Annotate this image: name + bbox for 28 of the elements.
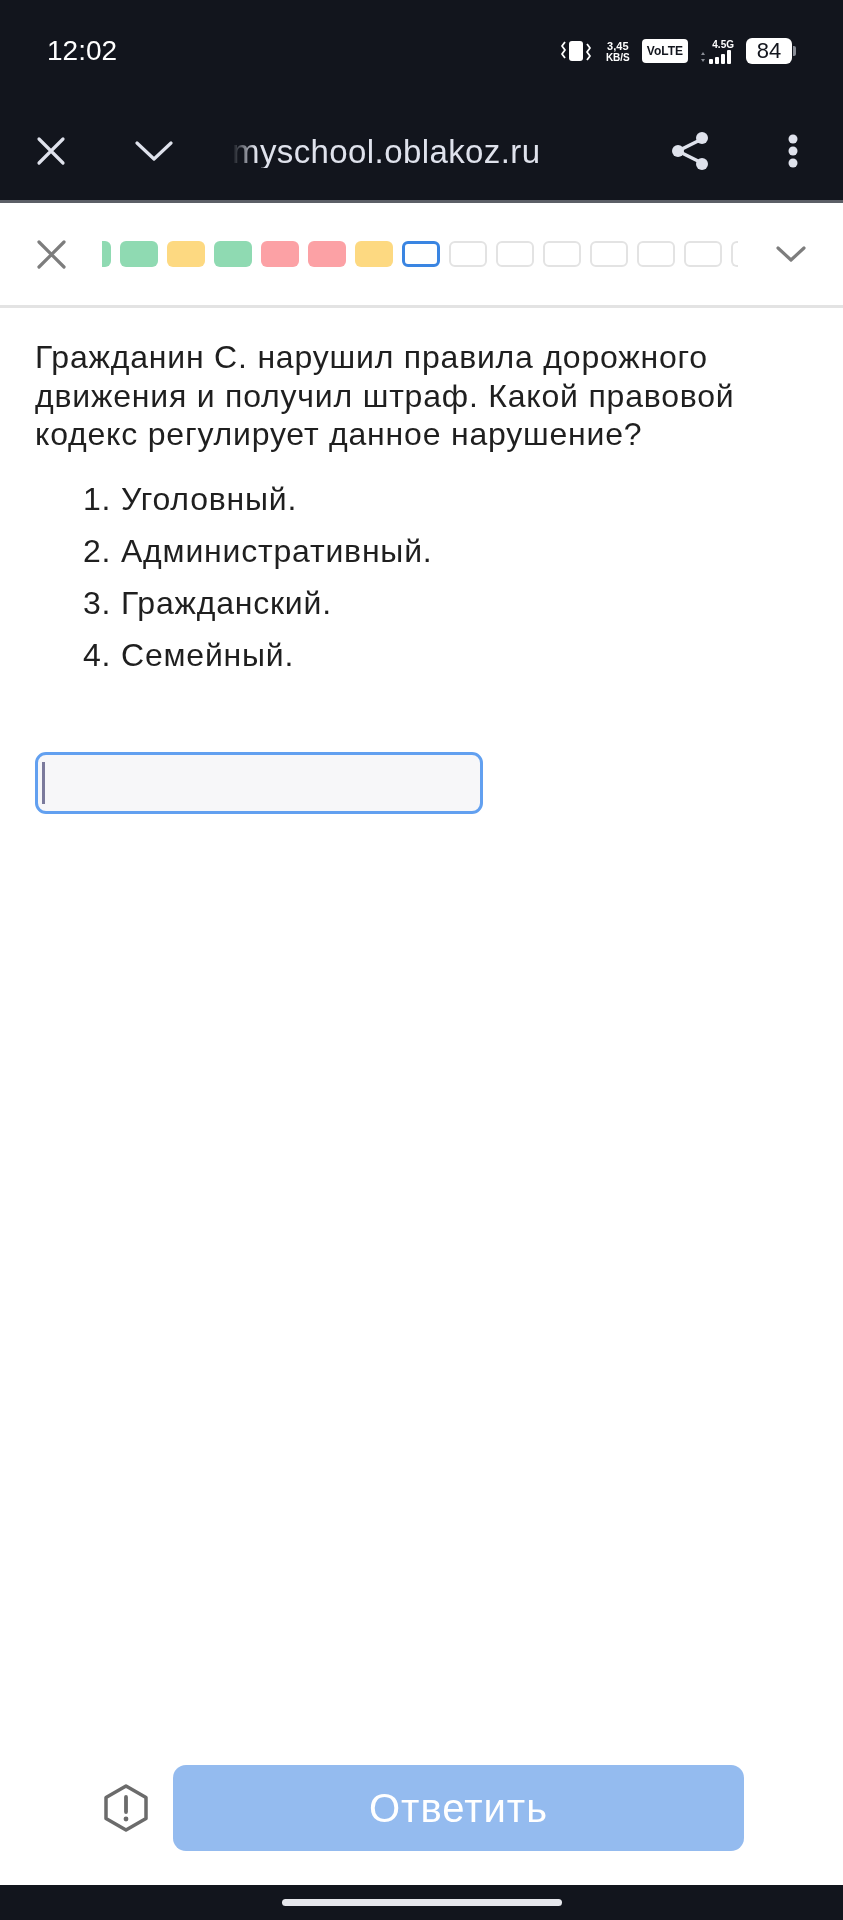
- question-tile[interactable]: [261, 241, 299, 267]
- battery-indicator: 84: [746, 38, 796, 64]
- answer-option: 3. Гражданский.: [83, 576, 332, 629]
- question-tile[interactable]: [102, 241, 111, 267]
- question-tile[interactable]: [355, 241, 393, 267]
- signal-icon: [700, 49, 734, 64]
- question-text: Гражданин С. нарушил правила дорожного движения и получил штраф. Какой правовой кодекс регулирует данное нарушение?: [35, 338, 736, 454]
- question-tile[interactable]: [402, 241, 440, 267]
- speed-unit: KB/S: [605, 51, 630, 63]
- page-url[interactable]: myschool.oblakoz.ru: [232, 134, 541, 168]
- answer-option: 2. Административный.: [83, 524, 433, 577]
- warning-icon[interactable]: [102, 1783, 150, 1833]
- answer-field[interactable]: [35, 751, 483, 814]
- network-type: 4.5G: [712, 38, 734, 50]
- answer-option: 1. Уголовный.: [83, 472, 298, 525]
- vibration-icon: [559, 40, 592, 62]
- clock-time: 12:02: [47, 37, 118, 65]
- question-tile[interactable]: [308, 241, 346, 267]
- question-tile[interactable]: [214, 241, 252, 267]
- share-icon[interactable]: [670, 131, 710, 171]
- question-tile[interactable]: [167, 241, 205, 267]
- more-options-icon[interactable]: [788, 134, 798, 168]
- home-indicator[interactable]: [281, 1899, 562, 1906]
- answer-option: 4. Семейный.: [83, 628, 295, 681]
- text-cursor-icon: [42, 761, 45, 804]
- network-speed: 3,45: [607, 39, 629, 52]
- volte-indicator: VoLTE: [641, 39, 688, 63]
- question-tile[interactable]: [120, 241, 158, 267]
